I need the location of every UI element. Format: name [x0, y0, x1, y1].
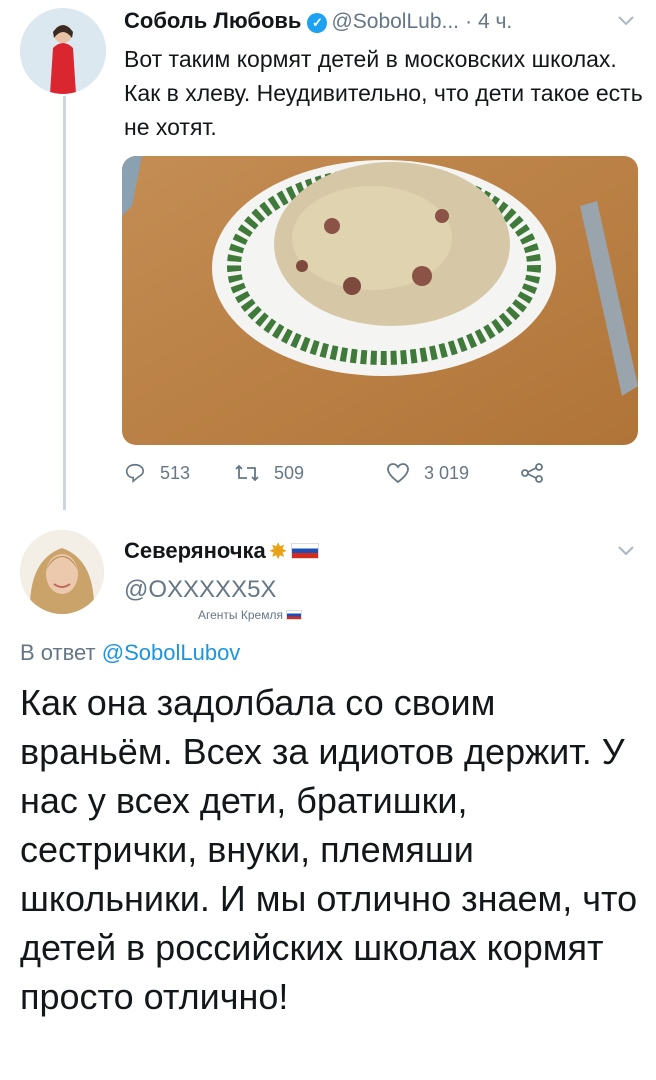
- verified-icon: ✓: [307, 13, 328, 33]
- like-action[interactable]: 3 019: [386, 462, 469, 484]
- retweet-action[interactable]: 509: [234, 462, 304, 484]
- reply-prefix: В ответ: [20, 640, 96, 665]
- avatar[interactable]: [20, 530, 104, 614]
- russia-flag-icon: [286, 610, 303, 620]
- reply-count: 513: [160, 462, 191, 483]
- author-name[interactable]: Соболь Любовь: [124, 8, 301, 33]
- thread-line: [63, 96, 66, 510]
- author-handle[interactable]: @OXXXXX5X: [124, 576, 276, 604]
- reply-to-link[interactable]: @SobolLubov: [102, 640, 241, 665]
- avatar-image: [20, 530, 104, 614]
- retweet-count: 509: [274, 462, 305, 483]
- tweet-photo[interactable]: [122, 156, 638, 445]
- food-plate-image: [122, 156, 638, 445]
- share-action[interactable]: [520, 462, 544, 484]
- like-count: 3 019: [424, 462, 470, 483]
- like-icon: [387, 463, 409, 484]
- reply-action[interactable]: 513: [124, 462, 190, 484]
- avatar[interactable]: [20, 8, 106, 94]
- tweet1-header: Соболь Любовь ✓ @SobolLub... · 4 ч.: [124, 8, 512, 34]
- author-handle[interactable]: @SobolLub...: [331, 10, 459, 33]
- russia-flag-icon: [290, 543, 319, 559]
- author-name: Северяночка: [124, 538, 266, 563]
- agents-label: Агенты Кремля: [198, 608, 283, 622]
- explosion-icon: ✸: [269, 541, 287, 563]
- tweet1-actions: 513 509 3 019: [124, 462, 564, 498]
- chevron-down-icon[interactable]: [618, 540, 634, 561]
- reply-icon: [125, 463, 145, 484]
- tweet2-text: Как она задолбала со своим враньём. Всех…: [20, 682, 638, 1017]
- tweet1-text: Вот таким кормят детей в московских школ…: [124, 46, 643, 140]
- author-name-block[interactable]: Северяночка ✸: [124, 538, 319, 564]
- tweet-time[interactable]: · 4 ч.: [465, 10, 512, 33]
- retweet-icon: [235, 464, 259, 482]
- agents-badge: Агенты Кремля: [198, 608, 303, 622]
- reply-context: В ответ @SobolLubov: [20, 640, 240, 666]
- avatar-image: [20, 8, 106, 94]
- chevron-down-icon[interactable]: [618, 10, 634, 31]
- share-icon: [521, 463, 543, 483]
